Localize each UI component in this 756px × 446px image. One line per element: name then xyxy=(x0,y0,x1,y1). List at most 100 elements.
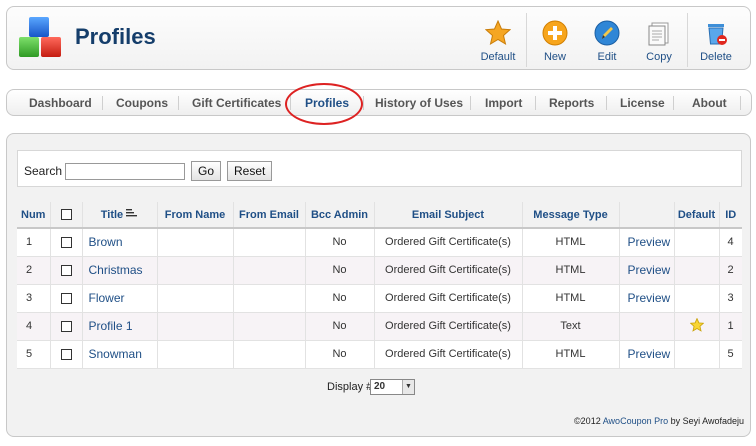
search-label: Search xyxy=(24,164,63,178)
star-icon xyxy=(484,19,512,47)
row-preview-link[interactable]: Preview xyxy=(618,340,674,369)
row-from-name xyxy=(156,228,233,257)
footer-link[interactable]: AwoCoupon Pro xyxy=(603,416,668,426)
footer-prefix: ©2012 xyxy=(574,416,603,426)
default-star-icon xyxy=(689,317,704,335)
edit-button[interactable]: Edit xyxy=(581,13,633,67)
select-all-checkbox[interactable] xyxy=(60,209,72,221)
row-from-email xyxy=(232,312,305,341)
table-row: 1 Brown No Ordered Gift Certificate(s) HTML P… xyxy=(17,228,742,257)
edit-button-label: Edit xyxy=(597,51,617,63)
col-select-all xyxy=(49,202,82,229)
new-button[interactable]: New xyxy=(529,13,581,67)
nav-item-coupons[interactable]: Coupons xyxy=(116,96,168,110)
row-email-subject: Ordered Gift Certificate(s) xyxy=(373,256,522,285)
display-count-select[interactable]: 20 ▼ xyxy=(370,379,415,395)
table-row: 5 Snowman No Ordered Gift Certificate(s) HTM… xyxy=(17,340,742,369)
row-checkbox[interactable] xyxy=(60,292,72,304)
row-email-subject: Ordered Gift Certificate(s) xyxy=(373,228,522,257)
table-row: 3 Flower No Ordered Gift Certificate(s) HTML… xyxy=(17,284,742,313)
delete-button-label: Delete xyxy=(700,51,732,63)
row-id: 5 xyxy=(718,340,742,369)
row-from-name xyxy=(156,256,233,285)
row-checkbox[interactable] xyxy=(60,236,72,248)
copy-button[interactable]: Copy xyxy=(633,13,685,67)
col-from-email[interactable]: From Email xyxy=(232,202,305,229)
row-preview-link[interactable]: Preview xyxy=(618,228,674,257)
row-checkbox[interactable] xyxy=(60,264,72,276)
row-num: 5 xyxy=(17,340,50,369)
chevron-down-icon: ▼ xyxy=(402,380,414,394)
search-input[interactable] xyxy=(65,163,185,180)
row-from-email xyxy=(232,284,305,313)
row-message-type: HTML xyxy=(521,256,619,285)
row-checkbox[interactable] xyxy=(60,320,72,332)
row-num: 1 xyxy=(17,228,50,257)
col-default[interactable]: Default xyxy=(673,202,719,229)
row-title-link[interactable]: Snowman xyxy=(81,340,157,369)
col-title[interactable]: Title xyxy=(81,202,157,229)
pencil-icon xyxy=(593,19,621,47)
table-header-row: Num Title From Name From Email Bcc Admin… xyxy=(17,202,742,229)
col-message-type[interactable]: Message Type xyxy=(521,202,619,229)
footer-suffix: by Seyi Awofadeju xyxy=(668,416,744,426)
nav-item-about[interactable]: About xyxy=(692,96,727,110)
toolbar: Default New Edit Copy Delete xyxy=(472,13,742,67)
row-select xyxy=(49,340,82,369)
row-preview-link[interactable]: Preview xyxy=(618,284,674,313)
row-message-type: HTML xyxy=(521,228,619,257)
plus-icon xyxy=(541,19,569,47)
row-id: 4 xyxy=(718,228,742,257)
copy-icon xyxy=(645,19,673,47)
row-title-link[interactable]: Brown xyxy=(81,228,157,257)
row-default xyxy=(673,312,719,341)
row-preview-link[interactable]: Preview xyxy=(618,256,674,285)
delete-button[interactable]: Delete xyxy=(690,13,742,67)
reset-button[interactable]: Reset xyxy=(227,161,273,181)
row-default xyxy=(673,256,719,285)
new-button-label: New xyxy=(543,51,566,63)
col-id[interactable]: ID xyxy=(718,202,742,229)
row-default xyxy=(673,340,719,369)
app-logo xyxy=(17,15,65,63)
col-bcc-admin[interactable]: Bcc Admin xyxy=(304,202,374,229)
default-button-label: Default xyxy=(480,51,516,63)
row-preview-link[interactable] xyxy=(618,312,674,341)
col-email-subject[interactable]: Email Subject xyxy=(373,202,522,229)
nav-item-dashboard[interactable]: Dashboard xyxy=(29,96,92,110)
row-message-type: HTML xyxy=(521,340,619,369)
row-from-name xyxy=(156,312,233,341)
row-email-subject: Ordered Gift Certificate(s) xyxy=(373,284,522,313)
nav-item-gift-certificates[interactable]: Gift Certificates xyxy=(192,96,281,110)
nav-item-history-of-uses[interactable]: History of Uses xyxy=(375,96,463,110)
row-default xyxy=(673,284,719,313)
row-checkbox[interactable] xyxy=(60,348,72,360)
row-bcc-admin: No xyxy=(304,284,374,313)
go-button[interactable]: Go xyxy=(191,161,222,181)
nav-item-import[interactable]: Import xyxy=(485,96,522,110)
row-title-link[interactable]: Christmas xyxy=(81,256,157,285)
nav-item-reports[interactable]: Reports xyxy=(549,96,594,110)
display-label: Display # xyxy=(327,381,373,393)
row-num: 4 xyxy=(17,312,50,341)
col-title-label[interactable]: Title xyxy=(101,209,123,221)
row-title-link[interactable]: Flower xyxy=(81,284,157,313)
row-bcc-admin: No xyxy=(304,256,374,285)
row-num: 3 xyxy=(17,284,50,313)
col-from-name[interactable]: From Name xyxy=(156,202,233,229)
col-num: Num xyxy=(17,202,50,229)
row-id: 1 xyxy=(718,312,742,341)
row-id: 2 xyxy=(718,256,742,285)
profiles-table: Num Title From Name From Email Bcc Admin… xyxy=(17,202,742,369)
nav-item-license[interactable]: License xyxy=(620,96,665,110)
main-nav: Dashboard Coupons Gift Certificates Prof… xyxy=(6,89,752,116)
footer-credit: ©2012 AwoCoupon Pro by Seyi Awofadeju xyxy=(574,416,744,426)
row-default xyxy=(673,228,719,257)
row-title-link[interactable]: Profile 1 xyxy=(81,312,157,341)
highlight-circle xyxy=(285,83,363,125)
default-button[interactable]: Default xyxy=(472,13,524,67)
page-title: Profiles xyxy=(75,24,156,49)
sort-icon xyxy=(126,209,138,221)
table-row: 4 Profile 1 No Ordered Gift Certificate(s) T… xyxy=(17,312,742,341)
table-row: 2 Christmas No Ordered Gift Certificate(s) H… xyxy=(17,256,742,285)
